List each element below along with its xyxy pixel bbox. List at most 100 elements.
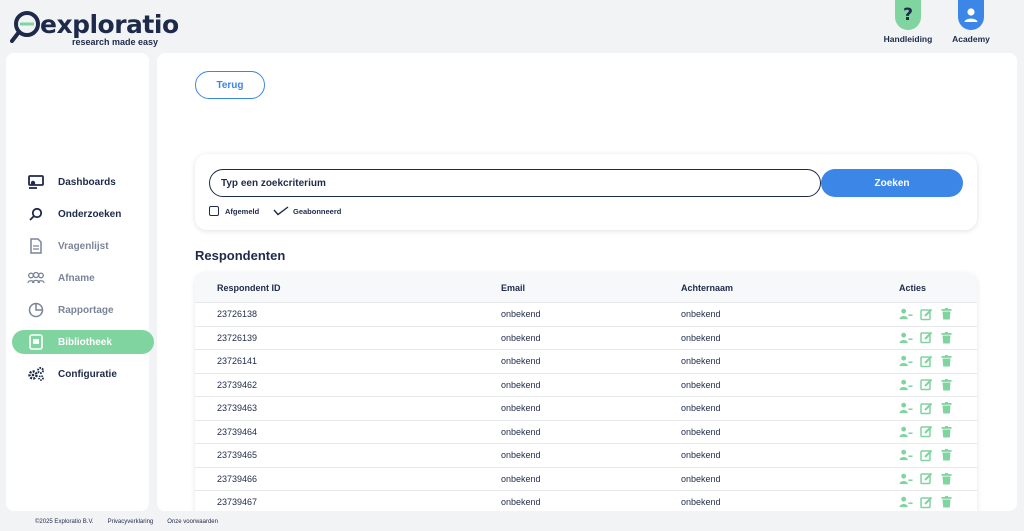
remove-user-icon[interactable] <box>899 449 913 462</box>
email-cell: onbekend <box>501 309 541 320</box>
respondent-id-cell: 23739464 <box>217 426 258 437</box>
edit-icon[interactable] <box>919 425 933 438</box>
trash-icon[interactable] <box>939 355 953 368</box>
table-body: 23726138 onbekend onbekend 23726139 onbe… <box>195 303 977 511</box>
sidebar-item-label: Rapportage <box>58 304 114 316</box>
brand-name: exploratio <box>40 10 179 39</box>
achternaam-cell: onbekend <box>681 497 721 508</box>
library-icon <box>26 332 46 352</box>
privacy-link[interactable]: Privacyverklaring <box>108 519 154 525</box>
edit-icon[interactable] <box>919 378 933 391</box>
actions-cell <box>899 425 977 438</box>
back-button[interactable]: Terug <box>195 71 265 99</box>
trash-icon[interactable] <box>939 402 953 415</box>
help-label: Handleiding <box>883 34 933 44</box>
sidebar-item-afname[interactable]: Afname <box>12 266 154 290</box>
email-cell: onbekend <box>501 332 541 343</box>
achternaam-cell: onbekend <box>681 309 721 320</box>
search-card: Typ een zoekcriterium Zoeken Afgemeld Ge… <box>195 154 977 230</box>
remove-user-icon[interactable] <box>899 378 913 391</box>
email-cell: onbekend <box>501 473 541 484</box>
sidebar-item-label: Onderzoeken <box>58 208 122 220</box>
sidebar-item-label: Configuratie <box>58 368 117 380</box>
respondents-table: Respondent ID Email Achternaam Acties 23… <box>195 273 977 511</box>
terms-link[interactable]: Onze voorwaarden <box>167 519 218 525</box>
checkbox-afgemeld[interactable] <box>209 206 219 216</box>
achternaam-cell: onbekend <box>681 403 721 414</box>
remove-user-icon[interactable] <box>899 472 913 485</box>
sidebar-item-label: Dashboards <box>58 176 116 188</box>
actions-cell <box>899 402 977 415</box>
academy-label: Academy <box>952 34 990 44</box>
search-button[interactable]: Zoeken <box>821 169 963 197</box>
copyright-text: ©2025 Exploratio B.V. <box>35 519 94 525</box>
edit-icon[interactable] <box>919 331 933 344</box>
remove-user-icon[interactable] <box>899 402 913 415</box>
gears-icon <box>26 364 46 384</box>
edit-icon[interactable] <box>919 402 933 415</box>
column-header: Respondent ID <box>217 282 281 293</box>
remove-user-icon[interactable] <box>899 355 913 368</box>
trash-icon[interactable] <box>939 472 953 485</box>
checkmark-icon[interactable] <box>273 206 289 216</box>
academy-button[interactable]: Academy <box>941 0 1001 44</box>
logo[interactable]: exploratio research made easy <box>10 8 179 47</box>
user-icon <box>964 8 978 22</box>
sidebar-item-vragenlijst[interactable]: Vragenlijst <box>12 234 154 258</box>
actions-cell <box>899 378 977 391</box>
edit-icon[interactable] <box>919 449 933 462</box>
table-row: 23739464 onbekend onbekend <box>195 421 977 444</box>
sidebar-item-dashboards[interactable]: Dashboards <box>12 170 154 194</box>
trash-icon[interactable] <box>939 425 953 438</box>
trash-icon[interactable] <box>939 308 953 321</box>
email-cell: onbekend <box>501 426 541 437</box>
edit-icon[interactable] <box>919 496 933 509</box>
respondent-id-cell: 23726141 <box>217 356 258 367</box>
trash-icon[interactable] <box>939 331 953 344</box>
achternaam-cell: onbekend <box>681 356 721 367</box>
respondent-id-cell: 23739463 <box>217 403 258 414</box>
filter-label: Geabonneerd <box>293 206 342 216</box>
remove-user-icon[interactable] <box>899 331 913 344</box>
email-cell: onbekend <box>501 497 541 508</box>
email-cell: onbekend <box>501 356 541 367</box>
respondent-id-cell: 23726138 <box>217 309 258 320</box>
respondent-id-cell: 23726139 <box>217 332 258 343</box>
table-row: 23739466 onbekend onbekend <box>195 468 977 491</box>
column-header: Acties <box>899 282 927 293</box>
sidebar-item-bibliotheek[interactable]: Bibliotheek <box>12 330 154 354</box>
actions-cell <box>899 472 977 485</box>
edit-icon[interactable] <box>919 472 933 485</box>
sidebar-item-label: Vragenlijst <box>58 240 109 252</box>
remove-user-icon[interactable] <box>899 496 913 509</box>
respondent-id-cell: 23739462 <box>217 379 258 390</box>
email-cell: onbekend <box>501 379 541 390</box>
trash-icon[interactable] <box>939 496 953 509</box>
edit-icon[interactable] <box>919 355 933 368</box>
search-input[interactable]: Typ een zoekcriterium <box>209 169 821 197</box>
logo-magnifier-icon <box>10 11 40 43</box>
filter-geabonneerd[interactable]: Geabonneerd <box>273 206 341 216</box>
table-header: Respondent ID Email Achternaam Acties <box>195 273 977 303</box>
dashboard-icon <box>26 172 46 192</box>
table-row: 23726139 onbekend onbekend <box>195 327 977 350</box>
section-title: Respondenten <box>195 248 286 263</box>
filter-afgemeld[interactable]: Afgemeld <box>209 206 259 216</box>
email-cell: onbekend <box>501 403 541 414</box>
remove-user-icon[interactable] <box>899 308 913 321</box>
sidebar-item-configuratie[interactable]: Configuratie <box>12 362 154 386</box>
respondent-id-cell: 23739467 <box>217 497 258 508</box>
table-row: 23726138 onbekend onbekend <box>195 303 977 327</box>
table-row: 23739462 onbekend onbekend <box>195 374 977 397</box>
achternaam-cell: onbekend <box>681 473 721 484</box>
actions-cell <box>899 331 977 344</box>
edit-icon[interactable] <box>919 308 933 321</box>
brand-tagline: research made easy <box>72 37 159 47</box>
sidebar-item-rapportage[interactable]: Rapportage <box>12 298 154 322</box>
sidebar-item-onderzoeken[interactable]: Onderzoeken <box>12 202 154 226</box>
achternaam-cell: onbekend <box>681 379 721 390</box>
trash-icon[interactable] <box>939 449 953 462</box>
help-button[interactable]: ? Handleiding <box>878 0 938 44</box>
trash-icon[interactable] <box>939 378 953 391</box>
remove-user-icon[interactable] <box>899 425 913 438</box>
